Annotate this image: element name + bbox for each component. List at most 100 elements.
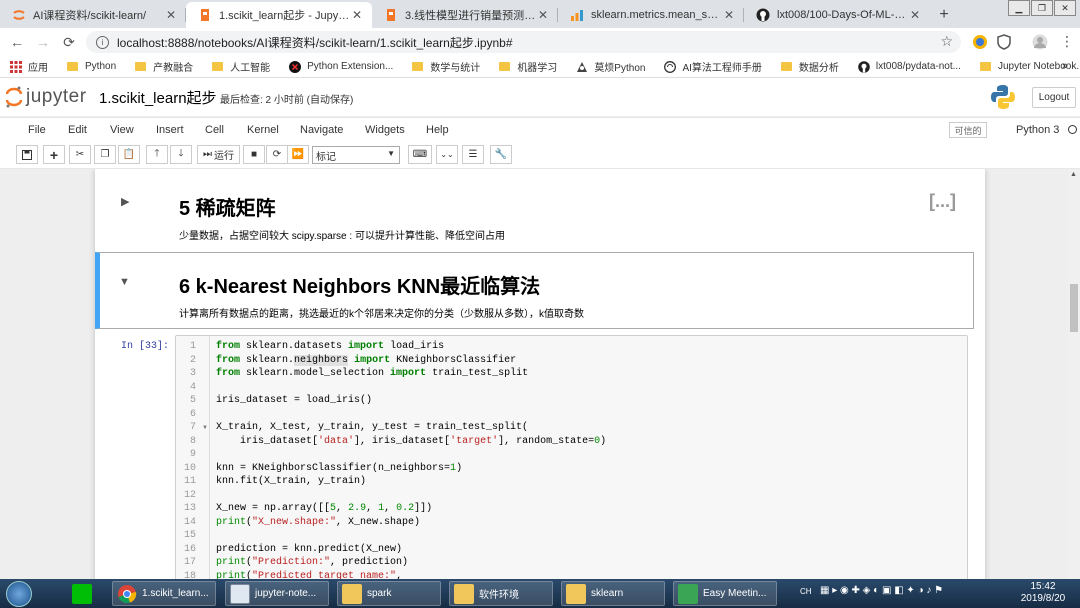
- paste-button[interactable]: 📋: [118, 145, 140, 164]
- scroll-up-icon[interactable]: ▲: [1070, 171, 1077, 178]
- close-icon[interactable]: ✕: [536, 8, 550, 22]
- chevron-right-icon[interactable]: »: [1062, 60, 1068, 72]
- browser-tab-directory[interactable]: AI课程资料/scikit-learn/ ✕: [0, 2, 186, 28]
- save-button[interactable]: [16, 145, 38, 164]
- code-editor[interactable]: 1 2 3 4 5 6 7 ▼ 8 9 10 11 12 13 14 15 16: [175, 335, 968, 579]
- taskbar-jupyter-console[interactable]: jupyter-note...: [225, 581, 329, 606]
- input-language-indicator[interactable]: CH: [800, 587, 812, 596]
- insert-cell-button[interactable]: +: [43, 145, 65, 164]
- browser-tab-notebook[interactable]: 1.scikit_learn起步 - Jupyter No ✕: [186, 2, 372, 28]
- menu-file[interactable]: File: [28, 124, 46, 136]
- fold-caret-icon[interactable]: ▼: [202, 425, 208, 431]
- scrollbar-thumb[interactable]: [1070, 284, 1078, 332]
- bookmark-folder[interactable]: 数学与统计: [412, 59, 480, 74]
- menu-cell[interactable]: Cell: [205, 124, 224, 136]
- bookmark-folder[interactable]: 机器学习: [499, 59, 557, 74]
- tray-icons[interactable]: ▦ ▸ ◉ ✚ ◈ ◐ ▣ ◧ ✦ ◑ ♪ ⚑: [820, 585, 943, 596]
- reload-icon[interactable]: ⟳: [56, 34, 82, 51]
- taskbar-easy-meeting[interactable]: Easy Meetin...: [673, 581, 777, 606]
- bookmark-apps[interactable]: 应用: [10, 59, 48, 74]
- close-icon[interactable]: ✕: [722, 8, 736, 22]
- line-number: 15: [183, 530, 196, 541]
- taskbar-folder-sklearn[interactable]: sklearn: [561, 581, 665, 606]
- nbextension-button[interactable]: 🔧: [490, 145, 512, 164]
- menu-edit[interactable]: Edit: [68, 124, 87, 136]
- notebook-name[interactable]: 1.scikit_learn起步: [99, 87, 217, 108]
- restart-run-all-button[interactable]: ⏩: [287, 145, 309, 164]
- bookmark-folder[interactable]: 产教融合: [135, 59, 193, 74]
- menu-insert[interactable]: Insert: [156, 124, 184, 136]
- list-button[interactable]: ☰: [462, 145, 484, 164]
- browser-tab-sales[interactable]: 3.线性模型进行销量预测 - Jupy ✕: [372, 2, 558, 28]
- extension-icon[interactable]: [972, 34, 988, 50]
- menu-view[interactable]: View: [110, 124, 134, 136]
- copy-button[interactable]: ❐: [94, 145, 116, 164]
- trusted-indicator[interactable]: 可信的: [949, 122, 987, 138]
- bookmark-link[interactable]: 莫烦Python: [576, 59, 645, 74]
- run-button[interactable]: ⏭ 运行: [197, 145, 240, 164]
- jupyter-logo[interactable]: jupyter: [6, 86, 87, 108]
- code-line: iris_dataset['data'], iris_dataset['targ…: [216, 435, 607, 447]
- markdown-cell-sparse[interactable]: ▶ 5 稀疏矩阵 少量数据，占据空间较大 scipy.sparse : 可以提升…: [95, 169, 985, 249]
- windows-start-icon[interactable]: [6, 581, 32, 607]
- bookmark-folder[interactable]: 数据分析: [780, 59, 839, 74]
- line-number: 4: [189, 381, 196, 393]
- taskbar-folder-spark[interactable]: spark: [337, 581, 441, 606]
- menu-help[interactable]: Help: [426, 124, 449, 136]
- close-icon[interactable]: ✕: [908, 8, 922, 22]
- page-scrollbar[interactable]: ▲: [1068, 169, 1080, 579]
- taskbar-label: 1.scikit_learn...: [142, 588, 209, 599]
- close-window-button[interactable]: ✕: [1054, 0, 1076, 16]
- menu-widgets[interactable]: Widgets: [365, 124, 405, 136]
- address-bar[interactable]: i localhost:8888/notebooks/AI课程资料/scikit…: [86, 31, 961, 53]
- forward-icon[interactable]: →: [30, 34, 56, 50]
- profile-avatar-icon[interactable]: [1032, 34, 1048, 50]
- caret-right-icon[interactable]: ▶: [121, 195, 129, 208]
- cell-type-select[interactable]: 标记 ▼: [312, 146, 400, 164]
- bookmark-label: lxt008/pydata-not...: [875, 61, 961, 72]
- taskbar-label: Easy Meetin...: [703, 588, 767, 599]
- bookmark-folder[interactable]: 人工智能: [212, 59, 270, 74]
- taskbar-folder-env[interactable]: 软件环境: [449, 581, 553, 606]
- interrupt-button[interactable]: ■: [243, 145, 265, 164]
- line-number: 16: [183, 543, 196, 555]
- close-icon[interactable]: ✕: [350, 8, 364, 22]
- logout-button[interactable]: Logout: [1032, 87, 1076, 108]
- folder-icon: [67, 62, 78, 71]
- system-clock[interactable]: 15:42 2019/8/20: [1017, 581, 1069, 605]
- shield-icon[interactable]: [996, 34, 1012, 50]
- more-menu-icon[interactable]: ⋮: [1054, 33, 1080, 50]
- star-icon[interactable]: ☆: [940, 33, 953, 50]
- new-tab-button[interactable]: +: [930, 2, 958, 28]
- caret-down-icon[interactable]: ▼: [119, 276, 130, 288]
- taskbar-iqiyi[interactable]: [68, 581, 98, 606]
- move-up-button[interactable]: 🡑: [146, 145, 168, 164]
- info-icon[interactable]: i: [96, 35, 109, 49]
- browser-tab-sklearn-docs[interactable]: sklearn.metrics.mean_squared ✕: [558, 2, 744, 28]
- bookmark-link[interactable]: lxt008/pydata-not...: [858, 60, 961, 73]
- menu-navigate[interactable]: Navigate: [300, 124, 343, 136]
- command-palette-button[interactable]: ⌨: [408, 145, 432, 164]
- bookmark-folder[interactable]: Python: [67, 61, 116, 72]
- move-down-button[interactable]: 🡓: [170, 145, 192, 164]
- markdown-cell-knn[interactable]: ▼ 6 k-Nearest Neighbors KNN最近临算法 计算离所有数据…: [95, 252, 985, 330]
- line-number: 18: [183, 570, 196, 580]
- browser-tab-github[interactable]: lxt008/100-Days-Of-ML-Code ✕: [744, 2, 930, 28]
- collapsed-ellipsis[interactable]: [...]: [929, 191, 956, 212]
- cut-button[interactable]: ✂: [69, 145, 91, 164]
- line-number: 9: [189, 449, 196, 460]
- notebook-container[interactable]: ▶ 5 稀疏矩阵 少量数据，占据空间较大 scipy.sparse : 可以提升…: [0, 169, 1068, 579]
- restart-button[interactable]: ⟳: [266, 145, 288, 164]
- toc-toggle-button[interactable]: ⌄⌄: [436, 145, 458, 164]
- bookmark-link[interactable]: AI算法工程师手册: [664, 59, 762, 74]
- back-icon[interactable]: ←: [4, 34, 30, 50]
- taskbar-chrome[interactable]: 1.scikit_learn...: [112, 581, 216, 606]
- restart-icon: ⟳: [272, 149, 282, 160]
- bookmark-link[interactable]: Python Extension...: [289, 60, 393, 73]
- taskbar-label: jupyter-note...: [255, 588, 317, 599]
- menu-kernel[interactable]: Kernel: [247, 124, 279, 136]
- bookmark-label: 机器学习: [517, 63, 558, 74]
- maximize-button[interactable]: ❐: [1031, 0, 1053, 16]
- minimize-button[interactable]: ▁: [1008, 0, 1030, 16]
- close-icon[interactable]: ✕: [164, 8, 178, 22]
